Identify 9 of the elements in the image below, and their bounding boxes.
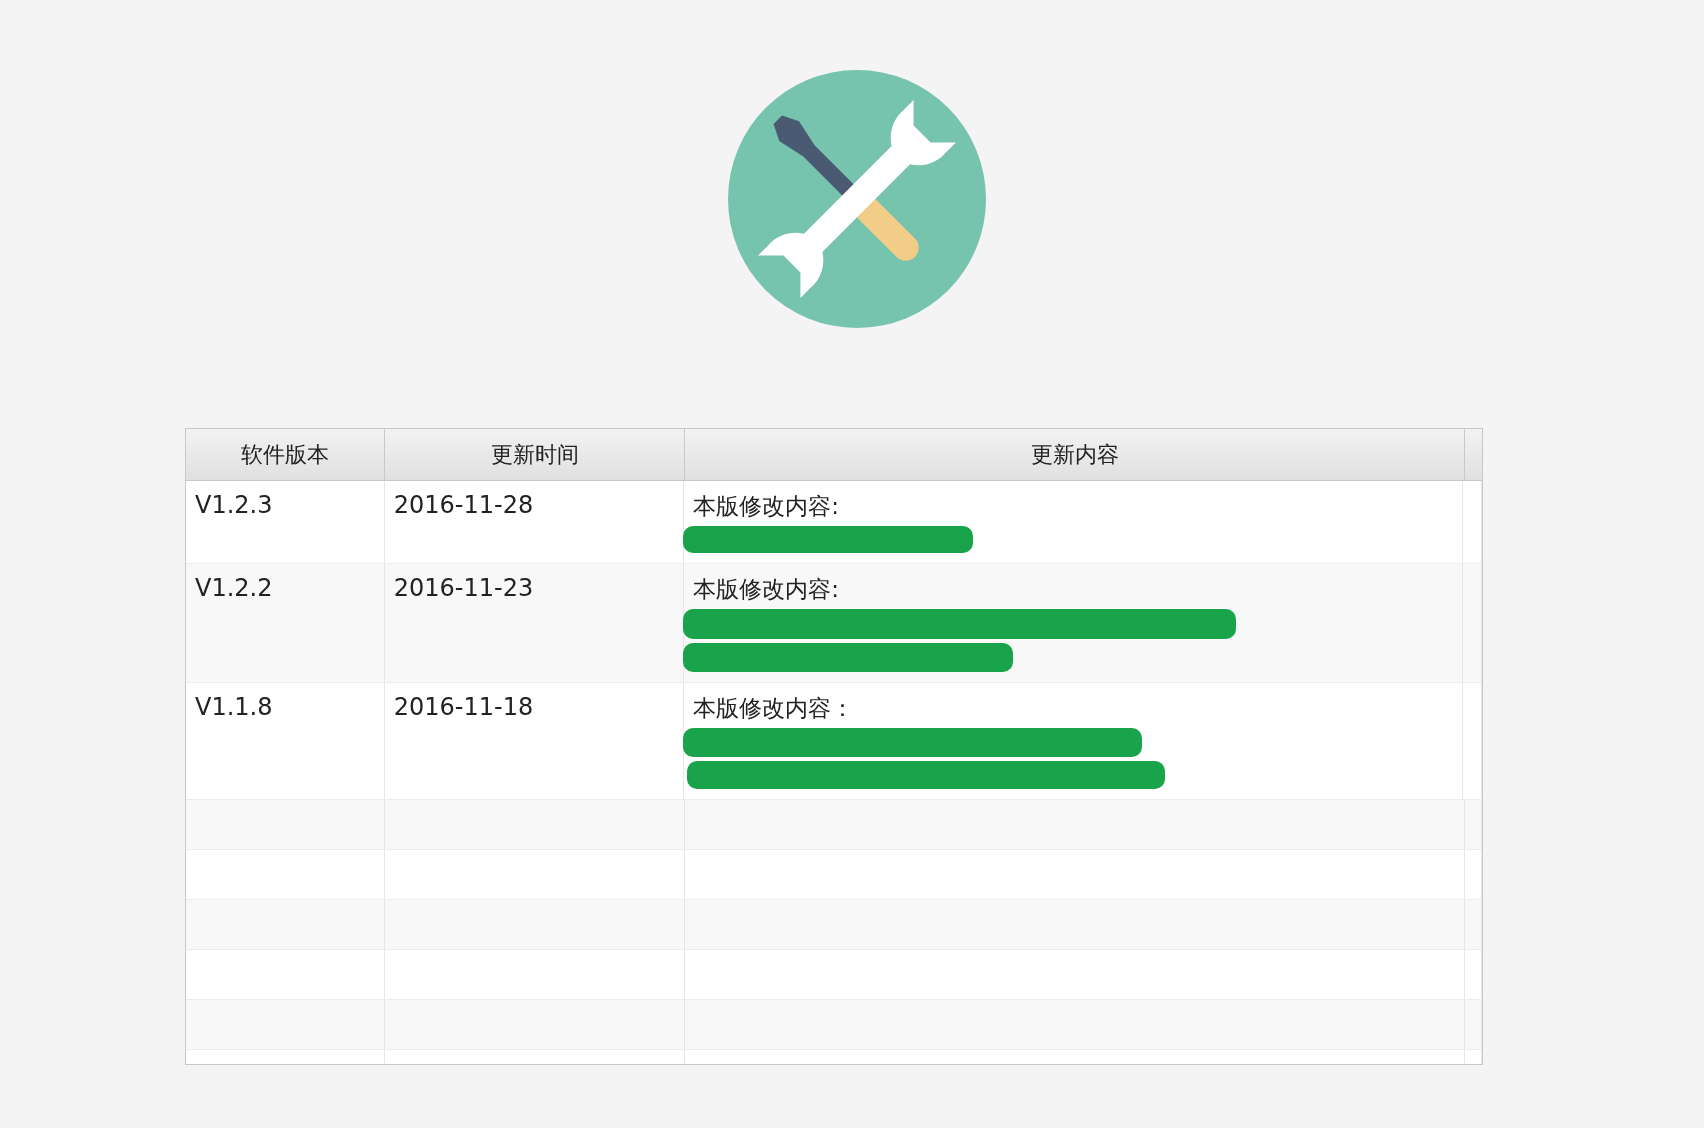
table-cell: 2016-11-23 [384,564,685,683]
column-header[interactable]: 软件版本 [186,429,385,481]
column-header[interactable]: 更新内容 [685,429,1465,481]
change-heading: 本版修改内容: [693,492,839,521]
change-heading: 本版修改内容： [693,694,855,723]
tools-icon [728,70,986,328]
table-cell: V1.2.2 [186,564,385,683]
column-header[interactable]: 更新时间 [385,429,685,481]
change-heading: 本版修改内容: [693,575,839,604]
